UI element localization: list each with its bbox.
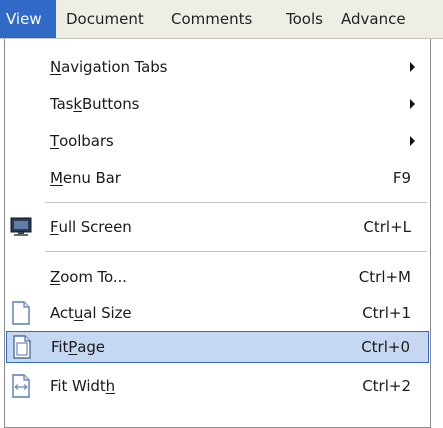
submenu-arrow-icon <box>410 62 415 72</box>
menu-item-label: Act u al Size <box>50 304 132 322</box>
view-menu-dropdown: Navigation Tabs Tas k Buttons Toolbars Me… <box>4 39 431 428</box>
menu-item-shortcut: Ctrl+M <box>358 268 411 286</box>
menu-item-toolbars[interactable]: Toolbars <box>6 125 429 157</box>
submenu-arrow-icon <box>410 136 415 146</box>
menu-separator <box>45 251 427 252</box>
menu-item-zoom-to[interactable]: Zoom To... Ctrl+M <box>6 261 429 293</box>
fit-page-icon <box>7 332 37 362</box>
menu-view[interactable]: View <box>0 0 56 38</box>
menu-item-shortcut: F9 <box>392 169 411 187</box>
menu-comments[interactable]: Comments <box>163 0 260 38</box>
menu-item-menu-bar[interactable]: Menu Bar F9 <box>6 162 429 194</box>
menu-document[interactable]: Document <box>58 0 152 38</box>
menu-item-shortcut: Ctrl+0 <box>361 338 410 356</box>
menu-advanced[interactable]: Advance <box>333 0 414 38</box>
page-icon <box>6 297 36 329</box>
fit-width-icon <box>6 370 36 402</box>
menu-separator <box>45 202 427 203</box>
menu-item-navigation-tabs[interactable]: Navigation Tabs <box>6 51 429 83</box>
menu-item-task-buttons[interactable]: Tas k Buttons <box>6 88 429 120</box>
menu-item-fit-width[interactable]: Fit Widt h Ctrl+2 <box>6 370 429 402</box>
menu-item-fit-page[interactable]: Fit Page Ctrl+0 <box>6 331 429 363</box>
menu-item-label: Toolbars <box>50 132 114 150</box>
menu-item-shortcut: Ctrl+L <box>363 218 411 236</box>
menu-item-label: Fit Page <box>51 338 105 356</box>
menu-item-shortcut: Ctrl+2 <box>362 377 411 395</box>
menu-tools[interactable]: Tools <box>278 0 331 38</box>
monitor-icon <box>6 211 36 243</box>
menu-item-full-screen[interactable]: Full Screen Ctrl+L <box>6 211 429 243</box>
menu-item-label: Tas k Buttons <box>50 95 140 113</box>
menu-item-label: Navigation Tabs <box>50 58 168 76</box>
menu-item-shortcut: Ctrl+1 <box>362 304 411 322</box>
menu-item-label: Fit Widt h <box>50 377 116 395</box>
menu-item-label: Menu Bar <box>50 169 121 187</box>
submenu-arrow-icon <box>410 99 415 109</box>
menu-item-label: Zoom To... <box>50 268 127 286</box>
menu-item-label: Full Screen <box>50 218 132 236</box>
menu-item-actual-size[interactable]: Act u al Size Ctrl+1 <box>6 297 429 329</box>
menu-bar: View Document Comments Tools Advance <box>0 0 443 39</box>
